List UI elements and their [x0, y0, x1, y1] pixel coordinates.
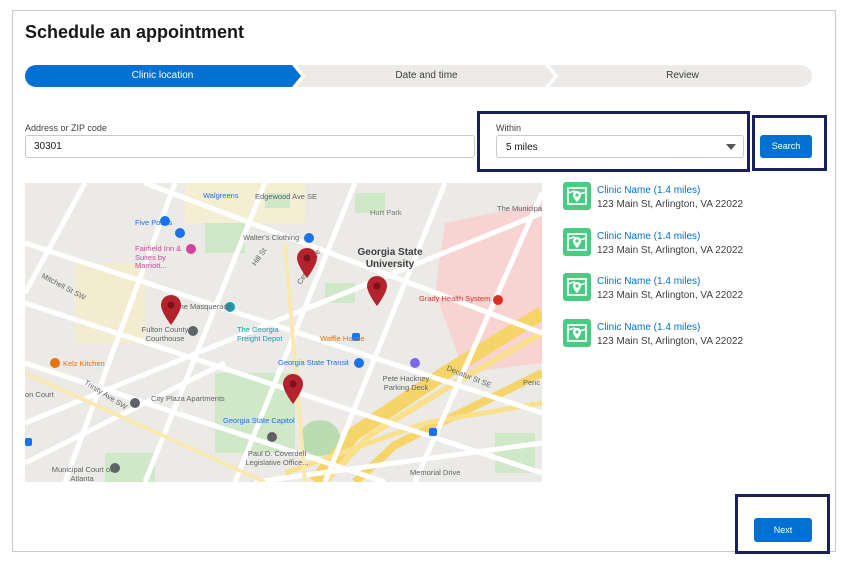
map-label-on-court: on Court [25, 390, 54, 399]
path-step-review[interactable]: Review [553, 65, 812, 87]
map-label-penc: Penc [523, 378, 541, 387]
location-icon [563, 273, 591, 301]
list-item[interactable]: Clinic Name (1.4 miles) 123 Main St, Arl… [563, 228, 813, 260]
clinic-address: 123 Main St, Arlington, VA 22022 [597, 245, 744, 256]
map[interactable]: Edgewood Ave SE Walgreens Hurt Park The … [25, 183, 542, 482]
clinic-address: 123 Main St, Arlington, VA 22022 [597, 336, 744, 347]
path-step-clinic-location[interactable]: Clinic location [25, 65, 300, 87]
map-label-masquerade: The Masquerade [175, 302, 232, 311]
map-label-hurt-park: Hurt Park [370, 208, 402, 217]
clinic-address: 123 Main St, Arlington, VA 22022 [597, 199, 744, 210]
next-button[interactable]: Next [754, 518, 812, 542]
list-item[interactable]: Clinic Name (1.4 miles) 123 Main St, Arl… [563, 182, 813, 214]
location-icon [563, 319, 591, 347]
map-label-kelz: Kelz Kitchen [63, 359, 105, 368]
progress-path: Clinic location Date and time Review [25, 65, 812, 87]
location-icon [563, 228, 591, 256]
map-label-memorial: Memorial Drive [410, 468, 461, 477]
page-title: Schedule an appointment [25, 22, 245, 42]
within-select-value: 5 miles [506, 142, 538, 153]
chevron-down-icon [726, 144, 736, 150]
map-label-walters: Walter's Clothing [243, 233, 300, 242]
list-item[interactable]: Clinic Name (1.4 miles) 123 Main St, Arl… [563, 273, 813, 305]
location-icon [563, 182, 591, 210]
map-label-grady: Grady Health System [419, 294, 491, 303]
map-label-city-plaza: City Plaza Apartments [151, 394, 225, 403]
map-label-capitol: Georgia State Capitol [223, 416, 295, 425]
map-label-gsu-transit: Georgia State Transit [278, 358, 349, 367]
search-button[interactable]: Search [760, 135, 812, 158]
map-label-gsu: Georgia State University [357, 247, 423, 270]
clinic-name-link[interactable]: Clinic Name (1.4 miles) [597, 322, 700, 333]
clinic-name-link[interactable]: Clinic Name (1.4 miles) [597, 185, 700, 196]
address-label: Address or ZIP code [25, 123, 107, 133]
map-label-walgreens: Walgreens [203, 191, 239, 200]
map-label-pete-hackney: Pete Hackney Parking Deck [382, 374, 430, 392]
map-label-five-points: Five Points [135, 218, 173, 227]
map-label-municipal-court: Municipal Court of Atlanta [51, 465, 113, 482]
path-step-date-time[interactable]: Date and time [300, 65, 553, 87]
map-pin-icon[interactable] [283, 374, 303, 404]
map-label-coverdell: Paul D. Coverdell Legislative Office... [245, 449, 309, 467]
within-label: Within [496, 123, 522, 133]
address-input[interactable] [25, 135, 475, 158]
clinic-name-link[interactable]: Clinic Name (1.4 miles) [597, 276, 700, 287]
map-label-edgewood: Edgewood Ave SE [255, 192, 317, 201]
map-pin-icon[interactable] [367, 276, 387, 306]
clinic-name-link[interactable]: Clinic Name (1.4 miles) [597, 231, 700, 242]
within-select[interactable]: 5 miles [496, 135, 744, 158]
map-pin-icon[interactable] [297, 248, 317, 278]
map-label-fairfield: Fairfield Inn & Suites by Marriott... [135, 244, 182, 271]
map-label-freight-depot: The Georgia Freight Depot [237, 325, 283, 343]
map-label-municipal: The Municipal [497, 204, 542, 213]
list-item[interactable]: Clinic Name (1.4 miles) 123 Main St, Arl… [563, 319, 813, 351]
map-label-waffle-house: Waffle House [320, 334, 365, 343]
map-pin-icon[interactable] [161, 295, 181, 325]
map-label-fulton: Fulton County Courthouse [141, 325, 189, 343]
clinic-address: 123 Main St, Arlington, VA 22022 [597, 290, 744, 301]
